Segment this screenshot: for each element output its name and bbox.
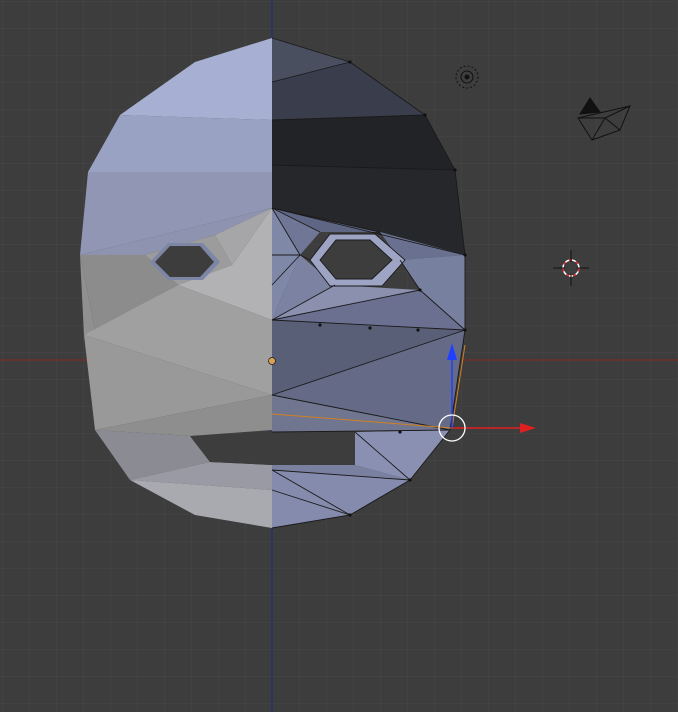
viewport-canvas[interactable] xyxy=(0,0,678,712)
3d-viewport[interactable] xyxy=(0,0,678,712)
object-origin-dot[interactable] xyxy=(268,357,276,365)
